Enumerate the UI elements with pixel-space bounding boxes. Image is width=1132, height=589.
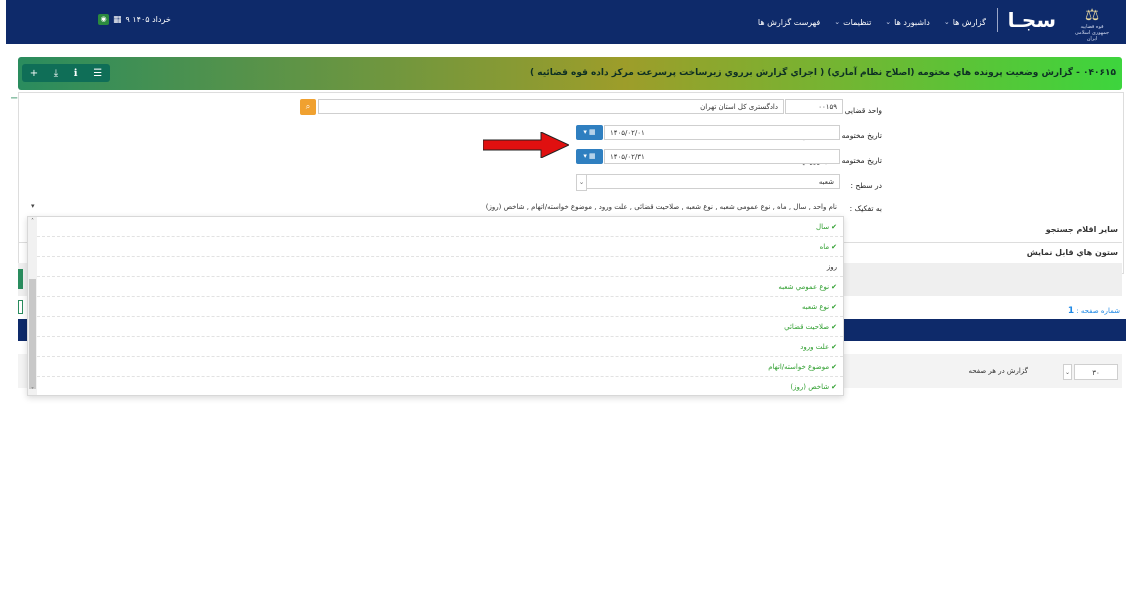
unit-name-input[interactable]: دادگستری کل استان تهران <box>318 99 784 114</box>
check-icon: ✔ <box>831 303 837 311</box>
panel-toolbar: + ⤓ ℹ ☰ <box>22 64 110 82</box>
unit-search-button[interactable]: ⌕ <box>300 99 316 115</box>
chevron-down-icon[interactable]: ⌄ <box>1063 364 1072 380</box>
option-label: نوع شعبه <box>802 303 830 311</box>
brand-title[interactable]: سجـا <box>996 8 1056 32</box>
chevron-down-icon: ⌄ <box>834 18 841 26</box>
breakdown-label: به تفکیک : <box>849 204 882 213</box>
option-general-branch-type[interactable]: ✔نوع عمومي شعبه <box>37 277 843 297</box>
page-number-value: 1 <box>1067 306 1075 316</box>
unit-code-input[interactable]: ۰۰۱۵۹ <box>785 99 843 114</box>
red-arrow-annotation <box>483 132 569 158</box>
main-nav: گزارش ها ⌄ داشبورد ها ⌄ تنظیمات ⌄ فهرست گزا… <box>758 0 986 44</box>
option-entry-reason[interactable]: ✔علت ورود <box>37 337 843 357</box>
judiciary-logo: ⚖ قوه قضاییه جمهوری اسلامی ایران <box>1072 5 1112 43</box>
calendar-icon: ▦ <box>113 14 122 25</box>
nav-settings-label: تنظیمات <box>843 17 872 27</box>
option-label: سال <box>816 223 830 231</box>
option-jurisdiction[interactable]: ✔صلاحيت قضائي <box>37 317 843 337</box>
option-month[interactable]: ✔ماه <box>37 237 843 257</box>
logo-caption: قوه قضاییه جمهوری اسلامی ایران <box>1074 24 1110 42</box>
collapse-icon[interactable]: − <box>10 93 18 104</box>
option-label: صلاحيت قضائي <box>784 323 830 331</box>
chevron-down-icon[interactable]: ▾ <box>31 202 35 210</box>
per-page-select[interactable]: ۳۰ <box>1074 364 1118 380</box>
other-search-title[interactable]: سایر اقلام جستجو <box>1046 225 1118 234</box>
level-label: در سطح : <box>850 181 882 190</box>
check-icon: ✔ <box>831 363 837 371</box>
calendar-icon: ▾ ▦ <box>583 152 596 160</box>
scales-icon: ⚖ <box>1084 5 1100 24</box>
download-icon[interactable]: ⤓ <box>54 68 58 79</box>
calendar-icon: ▾ ▦ <box>583 128 596 136</box>
side-tab[interactable] <box>18 269 23 289</box>
search-icon: ⌕ <box>305 102 311 111</box>
option-label: علت ورود <box>800 343 830 351</box>
check-icon: ✔ <box>831 383 837 391</box>
list-icon[interactable]: ☰ <box>93 68 102 79</box>
breakdown-multiselect[interactable]: نام واحد , سال , ماه , نوع عمومی شعبه , … <box>27 200 842 215</box>
side-tab-outline[interactable] <box>18 300 23 314</box>
check-icon: ✔ <box>831 223 837 231</box>
check-icon: ✔ <box>831 323 837 331</box>
option-label: روز <box>826 263 837 271</box>
breakdown-dropdown-list: ˄ ˅ ✔سال ✔ماه روز ✔نوع عمومي شعبه ✔نوع ش… <box>27 216 844 396</box>
option-label: نوع عمومي شعبه <box>778 283 830 291</box>
columns-title[interactable]: ستون هاي قابل نمايش <box>1027 248 1118 257</box>
check-icon: ✔ <box>831 283 837 291</box>
top-navbar: ⚖ قوه قضاییه جمهوری اسلامی ایران سجـا گز… <box>6 0 1126 44</box>
option-label: ماه <box>819 243 830 251</box>
page-number-label: شماره صفحه : <box>1076 307 1120 315</box>
info-icon[interactable]: ℹ <box>74 68 78 79</box>
per-page-label: گزارش در هر صفحه <box>968 367 1028 375</box>
nav-dashboards-label: داشبورد ها <box>894 17 930 27</box>
report-title: ۰۴۰۶۱۵ - گزارش وضعیت پرونده هاي مختومه (… <box>529 68 1116 78</box>
report-panel-header: ۰۴۰۶۱۵ - گزارش وضعیت پرونده هاي مختومه (… <box>18 57 1122 90</box>
scroll-down-icon[interactable]: ˅ <box>28 386 37 395</box>
nav-settings[interactable]: تنظیمات ⌄ <box>834 18 871 27</box>
to-date-calendar-button[interactable]: ▾ ▦ <box>576 149 603 164</box>
from-date-input[interactable]: ۱۴۰۵/۰۲/۰۱ <box>604 125 840 140</box>
page-number: شماره صفحه : 1 <box>1068 306 1120 316</box>
option-label: شاخص (روز) <box>790 383 830 391</box>
nav-reports-label: گزارش ها <box>952 17 986 27</box>
scrollbar-thumb[interactable] <box>29 279 36 389</box>
nav-reports[interactable]: گزارش ها ⌄ <box>944 18 986 27</box>
option-year[interactable]: ✔سال <box>37 217 843 237</box>
from-date-calendar-button[interactable]: ▾ ▦ <box>576 125 603 140</box>
level-select[interactable]: شعبه <box>586 174 840 189</box>
nav-dashboards[interactable]: داشبورد ها ⌄ <box>885 18 930 27</box>
option-branch-type[interactable]: ✔نوع شعبه <box>37 297 843 317</box>
scroll-up-icon[interactable]: ˄ <box>28 217 37 226</box>
nav-report-list-label: فهرست گزارش ها <box>757 17 821 27</box>
add-icon[interactable]: + <box>30 68 38 79</box>
nav-report-list[interactable]: فهرست گزارش ها <box>758 18 820 27</box>
check-icon: ✔ <box>831 343 837 351</box>
option-day[interactable]: روز <box>37 257 843 277</box>
unit-label: واحد قضایی : <box>839 106 882 115</box>
chevron-down-icon: ⌄ <box>885 18 892 26</box>
option-label: موضوع خواسته/اتهام <box>768 363 830 371</box>
dropdown-scrollbar[interactable]: ˄ ˅ <box>28 217 37 395</box>
rss-icon[interactable]: ◉ <box>98 14 109 25</box>
current-date: ۹ خرداد ۱۴۰۵ <box>125 15 171 24</box>
check-icon: ✔ <box>831 243 837 251</box>
chevron-down-icon: ⌄ <box>943 18 950 26</box>
date-display: ◉ ▦ ۹ خرداد ۱۴۰۵ <box>98 14 171 25</box>
option-index-day[interactable]: ✔شاخص (روز) <box>37 377 843 395</box>
to-date-input[interactable]: ۱۴۰۵/۰۲/۳۱ <box>604 149 840 164</box>
dropdown-options: ✔سال ✔ماه روز ✔نوع عمومي شعبه ✔نوع شعبه … <box>37 217 843 395</box>
option-claim-subject[interactable]: ✔موضوع خواسته/اتهام <box>37 357 843 377</box>
